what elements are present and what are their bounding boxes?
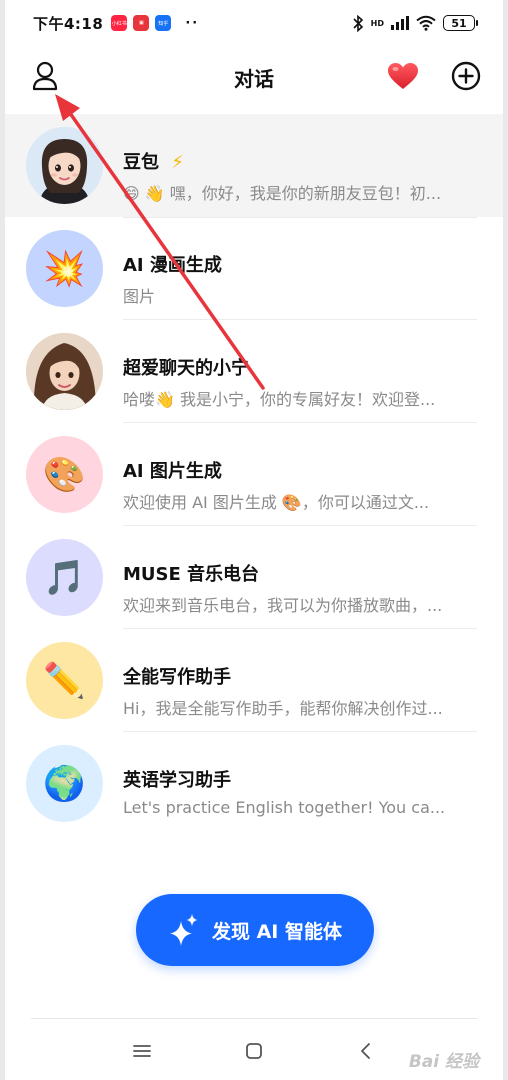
chat-name: AI 漫画生成	[123, 255, 222, 276]
chat-preview: 欢迎使用 AI 图片生成 🎨，你可以通过文...	[123, 493, 430, 512]
avatar-glyph: 🌍	[43, 763, 86, 804]
chat-text: AI 漫画生成 图片	[123, 217, 477, 320]
zhihu-icon: 知乎	[155, 15, 172, 31]
music-note-icon: 🎵	[26, 539, 103, 616]
app-screen: 下午4:18 小红书 ▣ 知乎 ·· HD 51 对话 豆包 ⚡ 😄 👋 嘿，你…	[5, 0, 503, 1080]
chat-name: 英语学习助手	[123, 770, 231, 791]
status-time: 下午4:18	[33, 14, 104, 33]
avatar-glyph: 🎨	[43, 454, 86, 495]
wifi-icon	[416, 15, 436, 31]
chat-item-xiaoning[interactable]: 超爱聊天的小宁 哈喽👋 我是小宁，你的专属好友！欢迎登...	[5, 320, 503, 423]
chat-text: MUSE 音乐电台 欢迎来到音乐电台，我可以为你播放歌曲，...	[123, 526, 477, 629]
chat-item-muse-radio[interactable]: 🎵 MUSE 音乐电台 欢迎来到音乐电台，我可以为你播放歌曲，...	[5, 526, 503, 629]
chat-item-ai-comic[interactable]: 💥 AI 漫画生成 图片	[5, 217, 503, 320]
chat-preview: 图片	[123, 287, 156, 306]
palette-icon: 🎨	[26, 436, 103, 513]
pencil-icon: ✏️	[26, 642, 103, 719]
chat-name: 超爱聊天的小宁	[123, 358, 249, 379]
chat-item-doubao[interactable]: 豆包 ⚡ 😄 👋 嘿，你好，我是你的新朋友豆包！初...	[5, 114, 503, 217]
profile-button[interactable]	[28, 59, 62, 93]
favorites-button[interactable]	[386, 59, 420, 93]
lightning-icon: ⚡	[171, 152, 184, 173]
back-nav-button[interactable]	[351, 1036, 381, 1066]
divider	[123, 217, 477, 218]
chat-preview: Let's practice English together! You ca.…	[123, 798, 446, 817]
chat-text: AI 图片生成 欢迎使用 AI 图片生成 🎨，你可以通过文...	[123, 423, 477, 526]
signal-icon	[391, 16, 409, 30]
avatar-glyph: 💥	[43, 248, 86, 289]
avatar-glyph: 🎵	[43, 557, 86, 598]
xiaohongshu-icon: 小红书	[111, 15, 128, 31]
status-bar: 下午4:18 小红书 ▣ 知乎 ·· HD 51	[5, 0, 503, 46]
chat-list: 豆包 ⚡ 😄 👋 嘿，你好，我是你的新朋友豆包！初... 💥 AI 漫画生成 图…	[5, 114, 503, 835]
chat-name: 全能写作助手	[123, 667, 231, 688]
doubao-avatar-illustration	[26, 127, 103, 204]
doubao-avatar	[26, 127, 103, 204]
hd-label: HD	[370, 18, 384, 28]
chat-preview: 欢迎来到音乐电台，我可以为你播放歌曲，...	[123, 596, 443, 615]
chat-name: AI 图片生成	[123, 461, 222, 482]
back-icon	[361, 1043, 370, 1059]
chat-text: 全能写作助手 Hi，我是全能写作助手，能帮你解决创作过...	[123, 629, 477, 732]
chat-item-ai-image[interactable]: 🎨 AI 图片生成 欢迎使用 AI 图片生成 🎨，你可以通过文...	[5, 423, 503, 526]
xiaoning-avatar-illustration	[26, 333, 103, 410]
discover-label: 发现 AI 智能体	[211, 920, 342, 943]
globe-icon: 🌍	[26, 745, 103, 822]
chat-text: 超爱聊天的小宁 哈喽👋 我是小宁，你的专属好友！欢迎登...	[123, 320, 477, 423]
sparkle-icon	[169, 914, 198, 946]
explosion-icon: 💥	[26, 230, 103, 307]
watermark: Bai 经验	[408, 1052, 479, 1072]
system-nav-bar: Bai 经验	[5, 1022, 503, 1080]
chat-name: MUSE 音乐电台	[123, 564, 260, 585]
avatar-glyph: ✏️	[43, 660, 86, 701]
status-indicators: HD 51	[352, 14, 478, 32]
chat-preview: Hi，我是全能写作助手，能帮你解决创作过...	[123, 699, 443, 718]
page-title: 对话	[234, 66, 274, 91]
chat-item-english-assistant[interactable]: 🌍 英语学习助手 Let's practice English together…	[5, 732, 503, 835]
chat-text: 英语学习助手 Let's practice English together! …	[123, 732, 477, 835]
heart-icon	[388, 63, 418, 89]
home-square-icon	[246, 1043, 262, 1059]
menu-nav-button[interactable]	[127, 1036, 157, 1066]
chat-preview: 😄 👋 嘿，你好，我是你的新朋友豆包！初...	[123, 184, 442, 203]
chat-item-writing-assistant[interactable]: ✏️ 全能写作助手 Hi，我是全能写作助手，能帮你解决创作过...	[5, 629, 503, 732]
home-nav-button[interactable]	[239, 1036, 269, 1066]
battery-indicator: 51	[443, 15, 478, 31]
discover-agents-button[interactable]: 发现 AI 智能体	[136, 894, 374, 966]
nav-divider	[31, 1018, 477, 1019]
chat-text: 豆包 ⚡ 😄 👋 嘿，你好，我是你的新朋友豆包！初...	[123, 114, 477, 217]
user-icon	[32, 61, 58, 91]
chat-preview: 哈喽👋 我是小宁，你的专属好友！欢迎登...	[123, 390, 436, 409]
app-header: 对话	[5, 46, 503, 108]
bluetooth-icon	[353, 14, 363, 32]
xiaoning-avatar	[26, 333, 103, 410]
chat-name-text: 豆包	[123, 152, 159, 173]
chat-name: 豆包 ⚡	[123, 148, 184, 174]
tv-app-icon: ▣	[133, 15, 150, 31]
more-notifications-icon: ··	[185, 15, 200, 31]
plus-circle-icon	[451, 61, 481, 91]
menu-icon	[133, 1045, 151, 1057]
new-chat-button[interactable]	[449, 59, 483, 93]
